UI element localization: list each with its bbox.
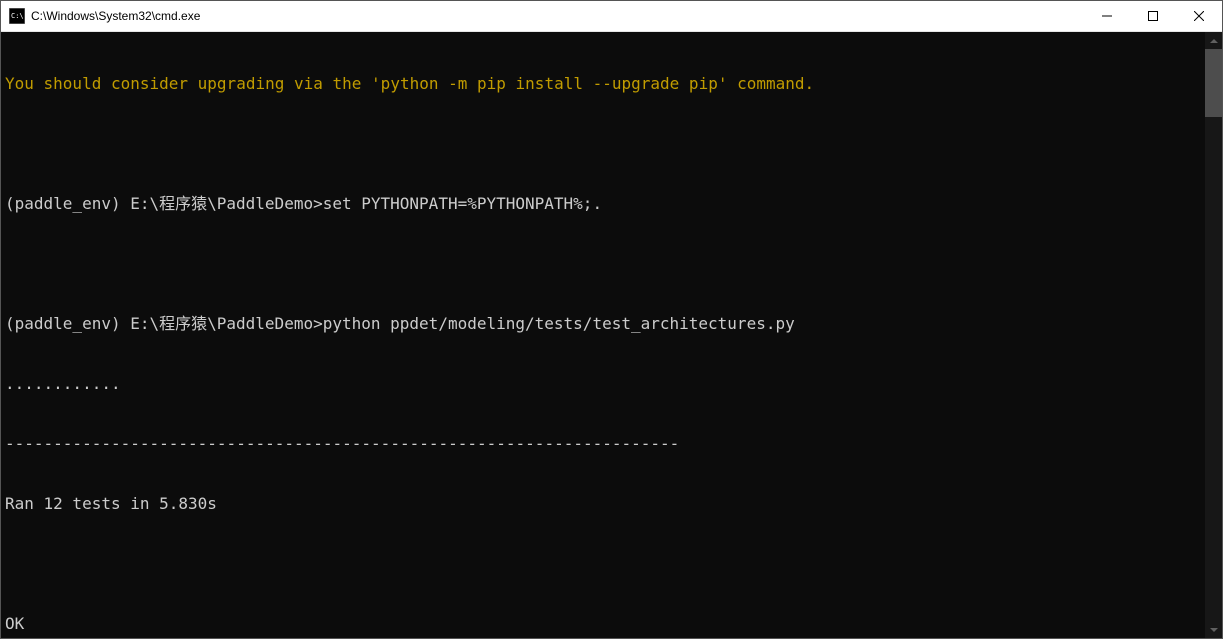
close-button[interactable] bbox=[1176, 1, 1222, 31]
cmd-icon: C:\ bbox=[9, 8, 25, 24]
terminal-blank bbox=[5, 134, 1201, 154]
terminal-area: You should consider upgrading via the 'p… bbox=[1, 32, 1222, 638]
scrollbar-up-arrow[interactable] bbox=[1205, 32, 1222, 49]
window-titlebar: C:\ C:\Windows\System32\cmd.exe bbox=[1, 1, 1222, 32]
vertical-scrollbar[interactable] bbox=[1205, 32, 1222, 638]
svg-text:C:\: C:\ bbox=[11, 12, 24, 20]
scrollbar-down-arrow[interactable] bbox=[1205, 621, 1222, 638]
terminal-content[interactable]: You should consider upgrading via the 'p… bbox=[1, 32, 1205, 638]
terminal-blank bbox=[5, 554, 1201, 574]
terminal-output-ok: OK bbox=[5, 614, 1201, 634]
terminal-blank bbox=[5, 254, 1201, 274]
maximize-button[interactable] bbox=[1130, 1, 1176, 31]
terminal-output-dots: ............ bbox=[5, 374, 1201, 394]
scrollbar-thumb[interactable] bbox=[1205, 49, 1222, 117]
terminal-output-separator: ----------------------------------------… bbox=[5, 434, 1201, 454]
terminal-output-ran: Ran 12 tests in 5.830s bbox=[5, 494, 1201, 514]
minimize-button[interactable] bbox=[1084, 1, 1130, 31]
terminal-output-warning: You should consider upgrading via the 'p… bbox=[5, 74, 1201, 94]
terminal-prompt-line: (paddle_env) E:\程序猿\PaddleDemo>set PYTHO… bbox=[5, 194, 1201, 214]
window-title: C:\Windows\System32\cmd.exe bbox=[31, 9, 1084, 23]
terminal-prompt-line: (paddle_env) E:\程序猿\PaddleDemo>python pp… bbox=[5, 314, 1201, 334]
window-controls bbox=[1084, 1, 1222, 31]
